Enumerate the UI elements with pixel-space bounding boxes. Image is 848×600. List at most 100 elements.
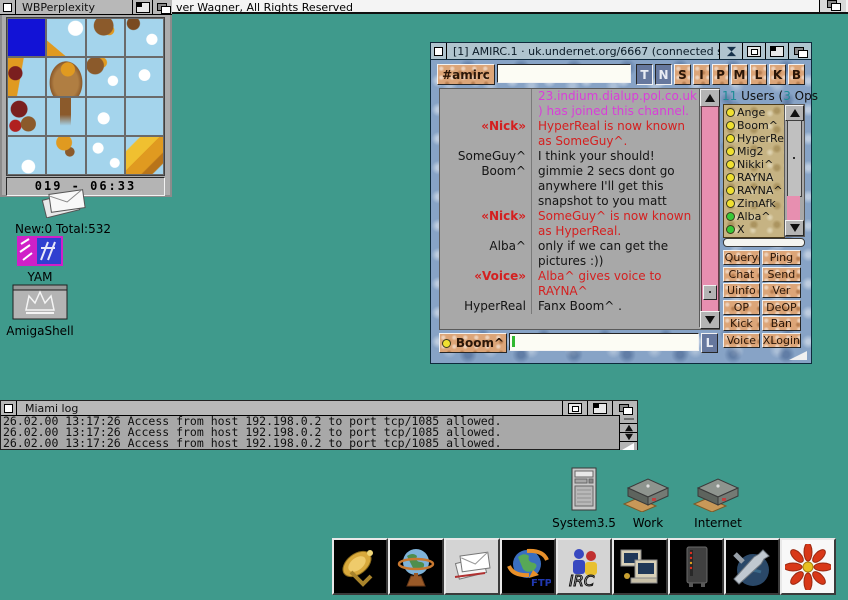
user-list-item[interactable]: RAYNA^	[726, 184, 784, 197]
iconify-icon[interactable]	[742, 43, 765, 59]
chat-scroll-track[interactable]	[701, 106, 719, 312]
ping-button[interactable]: Ping	[762, 250, 801, 265]
query-button[interactable]: Query	[723, 250, 760, 265]
scroll-down-icon[interactable]	[620, 433, 637, 442]
toolbar-button-T[interactable]: T	[636, 64, 653, 85]
scroll-down-icon[interactable]	[700, 311, 720, 329]
user-list-item[interactable]: Alba^	[726, 210, 784, 223]
resize-handle-icon[interactable]	[622, 443, 634, 450]
depth-icon[interactable]	[788, 43, 811, 59]
chat-button[interactable]: Chat	[723, 267, 760, 282]
scroll-up-icon[interactable]	[620, 424, 637, 433]
puzzle-tile[interactable]	[46, 57, 85, 96]
puzzle-tile[interactable]	[46, 97, 85, 136]
iconify-icon[interactable]	[562, 401, 587, 415]
close-icon[interactable]	[1, 401, 17, 415]
scroll-down-icon[interactable]	[785, 220, 804, 236]
ban-button[interactable]: Ban	[762, 316, 801, 331]
puzzle-tile[interactable]	[125, 97, 164, 136]
modem-icon[interactable]	[668, 538, 724, 595]
flower-icon[interactable]	[780, 538, 836, 595]
system-drive-icon[interactable]: System3.5	[549, 466, 619, 530]
message-input[interactable]	[509, 333, 699, 351]
puzzle-tile[interactable]	[46, 18, 85, 57]
computers-icon[interactable]	[612, 538, 668, 595]
user-list[interactable]: Ange Boom^ HyperRe Mig2 Nikki^ RAYNA RAY…	[723, 104, 785, 238]
user-list-item[interactable]: Ange	[726, 106, 784, 119]
toolbar-button-M[interactable]: M	[731, 64, 748, 85]
depth-icon[interactable]	[612, 401, 637, 415]
mail-status-icon[interactable]: New:0 Total:532	[8, 188, 118, 236]
tools-icon[interactable]	[724, 538, 780, 595]
irc-icon[interactable]: IRC	[556, 538, 612, 595]
puzzle-tile[interactable]	[86, 18, 125, 57]
puzzle-tile[interactable]	[7, 136, 46, 175]
puzzle-tile[interactable]	[86, 136, 125, 175]
user-list-item[interactable]: HyperRe	[726, 132, 784, 145]
satellite-dish-icon[interactable]	[332, 538, 388, 595]
screen-depth-icon[interactable]	[819, 0, 846, 12]
xlogin-button[interactable]: XLogin	[762, 333, 801, 348]
ver-button[interactable]: Ver	[762, 283, 801, 298]
user-list-item[interactable]: RAYNA	[726, 171, 784, 184]
work-drive-icon[interactable]: Work	[620, 474, 676, 530]
puzzle-tile[interactable]	[7, 97, 46, 136]
toolbar-button-P[interactable]: P	[712, 64, 729, 85]
ftp-icon[interactable]: FTP	[500, 538, 556, 595]
toolbar-button-N[interactable]: N	[655, 64, 672, 85]
user-list-item[interactable]: X	[726, 223, 784, 236]
log-scrollbar[interactable]	[619, 415, 637, 450]
puzzle-board[interactable]	[6, 17, 165, 176]
toolbar-button-K[interactable]: K	[769, 64, 786, 85]
chat-scrollbar[interactable]	[699, 89, 719, 327]
voice-button[interactable]: Voice	[723, 333, 760, 348]
user-list-item[interactable]: ZimAfk	[726, 197, 784, 210]
scroll-up-icon[interactable]	[700, 89, 720, 107]
puzzle-tile[interactable]	[125, 136, 164, 175]
depth-icon[interactable]	[152, 0, 172, 14]
puzzle-empty-tile[interactable]	[7, 18, 46, 57]
zoom-icon[interactable]	[765, 43, 788, 59]
amigashell-icon[interactable]: AmigaShell	[2, 284, 78, 338]
log-scroll-prop[interactable]	[620, 415, 637, 424]
amirc-titlebar[interactable]: [1] AMIRC.1 · uk.undernet.org/6667 (conn…	[431, 43, 811, 60]
op-button[interactable]: OP	[723, 300, 760, 315]
send-button[interactable]: Send	[762, 267, 801, 282]
puzzle-window-titlebar[interactable]: WBPerplexity	[0, 0, 172, 15]
mail-icon[interactable]	[444, 538, 500, 595]
puzzle-tile[interactable]	[125, 57, 164, 96]
toolbar-button-S[interactable]: S	[674, 64, 691, 85]
close-icon[interactable]	[0, 0, 16, 14]
toolbar-button-B[interactable]: B	[788, 64, 805, 85]
channel-tab[interactable]: #amirc	[437, 64, 495, 85]
globe-icon[interactable]	[388, 538, 444, 595]
nick-button[interactable]: Boom^	[439, 333, 507, 353]
user-list-scrollbar[interactable]	[784, 104, 805, 237]
resize-handle-icon[interactable]	[789, 351, 807, 360]
log-titlebar[interactable]: Miami log	[1, 401, 637, 416]
user-scroll-knob[interactable]	[787, 120, 802, 197]
uinfo-button[interactable]: Uinfo	[723, 283, 760, 298]
puzzle-tile[interactable]	[46, 136, 85, 175]
puzzle-tile[interactable]	[7, 57, 46, 96]
puzzle-tile[interactable]	[86, 97, 125, 136]
kick-button[interactable]: Kick	[723, 316, 760, 331]
user-scroll-track[interactable]	[787, 196, 800, 220]
puzzle-tile[interactable]	[125, 18, 164, 57]
yam-icon[interactable]: YAM	[12, 236, 68, 284]
scroll-up-icon[interactable]	[785, 105, 804, 121]
chat-scroll-knob[interactable]	[703, 285, 717, 300]
toolbar-button-I[interactable]: I	[693, 64, 710, 85]
zoom-icon[interactable]	[587, 401, 612, 415]
internet-drive-icon[interactable]: Internet	[688, 474, 748, 530]
topic-input[interactable]	[497, 64, 631, 83]
zoom-icon[interactable]	[132, 0, 152, 14]
puzzle-tile[interactable]	[86, 57, 125, 96]
user-list-item[interactable]: Mig2	[726, 145, 784, 158]
toolbar-button-L[interactable]: L	[750, 64, 767, 85]
user-list-item[interactable]: Nikki^	[726, 158, 784, 171]
deop-button[interactable]: DeOP	[762, 300, 801, 315]
local-button[interactable]: L	[701, 333, 718, 353]
user-list-item[interactable]: Boom^	[726, 119, 784, 132]
close-icon[interactable]	[431, 43, 447, 59]
